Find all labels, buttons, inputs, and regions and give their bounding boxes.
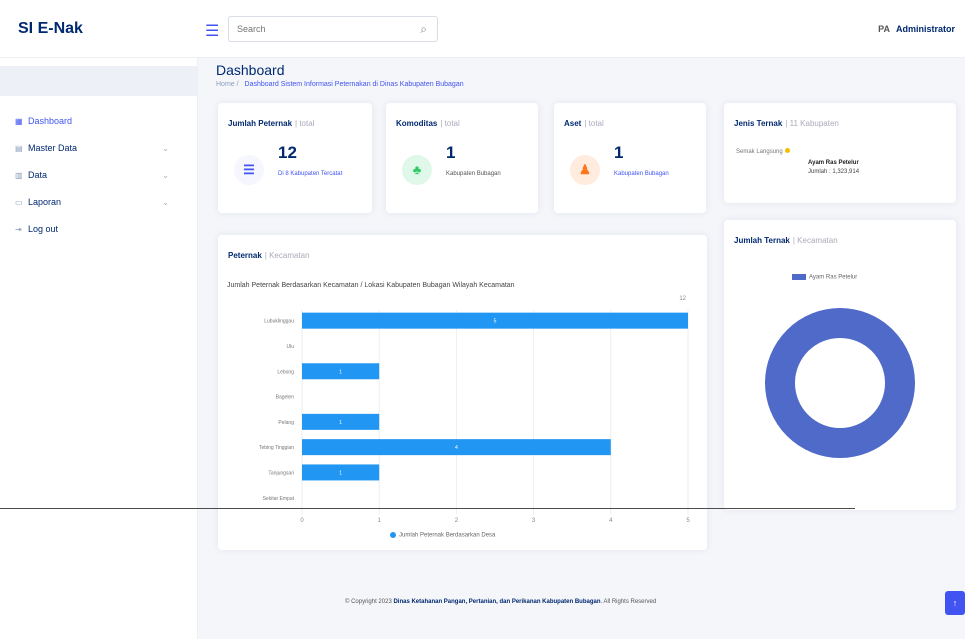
sidebar-item-label: Laporan [28, 197, 62, 207]
stat-value: 1 [614, 143, 624, 162]
card-title: Jumlah Ternak | Kecamatan [734, 236, 838, 245]
stat-value: 1 [446, 143, 456, 162]
search-bar: ⌕ [228, 16, 438, 42]
sidebar-banner [0, 66, 197, 96]
stat-desc: Di 8 Kabupaten Tercatat [278, 171, 343, 177]
top-header: SI E-Nak ☰ ⌕ PA Administrator [0, 0, 965, 58]
card-title: Jenis Ternak | 11 Kabupaten [734, 119, 839, 128]
tooltip-title: Ayam Ras Petelur [808, 160, 859, 166]
search-icon[interactable]: ⌕ [420, 22, 427, 37]
footer-org: Dinas Ketahanan Pangan, Pertanian, dan P… [393, 599, 601, 605]
chevron-down-icon: ⌄ [162, 171, 169, 180]
legend-dot-icon [784, 148, 790, 153]
bar-chart-legend[interactable]: Jumlah Peternak Berdasarkan Desa [390, 532, 495, 539]
database-icon: ☰ [234, 155, 264, 185]
file-icon: ▭ [15, 198, 23, 207]
bar-chart-heading: Jumlah Peternak Berdasarkan Kecamatan / … [227, 282, 515, 289]
user-name: Administrator [895, 24, 955, 34]
breadcrumb-current: Dashboard Sistem Informasi Peternakan di… [244, 81, 464, 88]
species-tooltip: Ayam Ras Petelur Jumlah : 1,323,914 [808, 159, 904, 177]
hamburger-menu-icon[interactable]: ☰ [205, 21, 219, 41]
sidebar: ▦ Dashboard ▤ Master Data ⌄ ▥ Data ⌄ ▭ L… [0, 58, 198, 639]
card-title: Peternak | Kecamatan [228, 251, 310, 260]
stat-desc: Kabupaten Bubagan [614, 171, 669, 177]
logout-icon: ⇥ [15, 225, 22, 234]
stat-card-aset: Aset | total ♟ 1 Kabupaten Bubagan [554, 103, 706, 213]
grid-icon: ▦ [15, 117, 23, 126]
sidebar-item-label: Dashboard [28, 116, 73, 126]
sidebar-item-logout[interactable]: ⇥ Log out [0, 216, 197, 243]
card-title: Jumlah Peternak | total [228, 119, 315, 128]
legend-swatch-icon [792, 274, 806, 280]
sidebar-nav: ▦ Dashboard ▤ Master Data ⌄ ▥ Data ⌄ ▭ L… [0, 108, 197, 243]
breadcrumb-home[interactable]: Home [216, 81, 235, 88]
stat-card-komoditas: Komoditas | total ♣ 1 Kabupaten Bubagan [386, 103, 538, 213]
page-title: Dashboard [216, 62, 285, 78]
sidebar-item-laporan[interactable]: ▭ Laporan ⌄ [0, 189, 197, 216]
breadcrumb: Home / Dashboard Sistem Informasi Petern… [216, 81, 464, 88]
species-legend: Semak Langsung [736, 148, 790, 155]
sidebar-item-dashboard[interactable]: ▦ Dashboard [0, 108, 197, 135]
sidebar-item-data[interactable]: ▥ Data ⌄ [0, 162, 197, 189]
brand-logo[interactable]: SI E-Nak [18, 20, 83, 38]
person-icon: ♟ [570, 155, 600, 185]
footer: © Copyright 2023 Dinas Ketahanan Pangan,… [345, 599, 657, 605]
species-card: Jenis Ternak | 11 Kabupaten Semak Langsun… [724, 103, 956, 203]
donut-chart-card: Jumlah Ternak | Kecamatan [724, 220, 956, 510]
sidebar-item-master-data[interactable]: ▤ Master Data ⌄ [0, 135, 197, 162]
stat-card-peternak: Jumlah Peternak | total ☰ 12 Di 8 Kabupat… [218, 103, 372, 213]
user-profile[interactable]: PA Administrator [878, 24, 955, 34]
chevron-down-icon: ⌄ [162, 144, 169, 153]
menu-icon: ▤ [15, 144, 23, 153]
card-title: Komoditas | total [396, 119, 460, 128]
card-title: Aset | total [564, 119, 604, 128]
sidebar-item-label: Log out [28, 224, 59, 234]
donut-legend[interactable]: Ayam Ras Petelur [792, 274, 857, 281]
back-to-top-button[interactable]: ↑ [945, 591, 965, 615]
stat-desc: Kabupaten Bubagan [446, 171, 501, 177]
stat-value: 12 [278, 143, 297, 162]
sidebar-item-label: Master Data [28, 143, 78, 153]
users-icon: ♣ [402, 155, 432, 185]
search-input[interactable] [229, 17, 399, 41]
tooltip-value: Jumlah : 1,323,914 [808, 169, 860, 175]
legend-dot-icon [390, 532, 396, 538]
horizontal-divider [0, 508, 855, 509]
chevron-down-icon: ⌄ [162, 198, 169, 207]
user-initials: PA [878, 24, 890, 34]
sidebar-item-label: Data [28, 170, 48, 180]
layout-icon: ▥ [15, 171, 23, 180]
